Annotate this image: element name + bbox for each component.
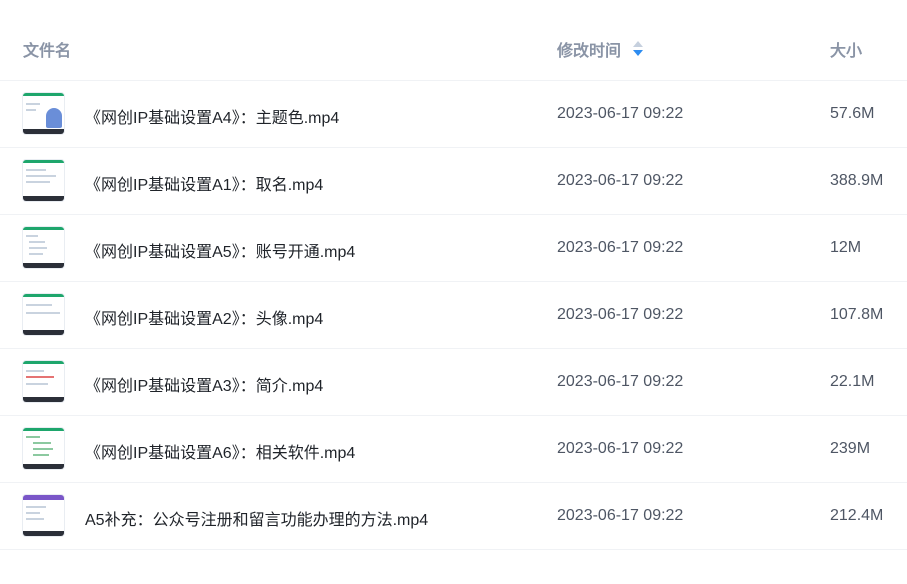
table-row[interactable]: 《网创IP基础设置A1》：取名.mp4 2023-06-17 09:22 388… — [0, 148, 907, 215]
table-header: 文件名 修改时间 大小 — [0, 0, 907, 81]
column-header-name[interactable]: 文件名 — [23, 37, 71, 61]
thumbnail-line — [26, 376, 54, 378]
file-modified-time: 2023-06-17 09:22 — [557, 105, 684, 122]
file-modified-time: 2023-06-17 09:22 — [557, 373, 684, 390]
sort-icon[interactable] — [633, 41, 644, 57]
table-row[interactable]: 《网创IP基础设置A5》：账号开通.mp4 2023-06-17 09:22 1… — [0, 215, 907, 282]
table-row[interactable]: 《网创IP基础设置A6》：相关软件.mp4 2023-06-17 09:22 2… — [0, 416, 907, 483]
file-size: 239M — [830, 440, 871, 457]
thumbnail-bar — [23, 227, 64, 230]
thumbnail-line — [29, 241, 45, 243]
thumbnail-caption-bar — [23, 531, 64, 536]
table-row[interactable]: 《网创IP基础设置A4》：主题色.mp4 2023-06-17 09:22 57… — [0, 81, 907, 148]
column-header-size[interactable]: 大小 — [830, 37, 862, 61]
thumbnail-bar — [23, 93, 64, 96]
sort-desc-icon — [633, 50, 644, 56]
thumbnail-bar — [23, 495, 64, 500]
thumbnail-line — [29, 253, 43, 255]
file-size: 212.4M — [830, 507, 884, 524]
thumbnail-line — [33, 442, 51, 444]
table-row[interactable]: A5补充：公众号注册和留言功能办理的方法.mp4 2023-06-17 09:2… — [0, 483, 907, 550]
thumbnail-line — [26, 175, 56, 177]
file-name[interactable]: A5补充：公众号注册和留言功能办理的方法.mp4 — [85, 506, 428, 530]
thumbnail-line — [26, 383, 48, 385]
thumbnail-bar — [23, 160, 64, 163]
thumbnail-person — [46, 108, 62, 128]
video-thumbnail[interactable] — [23, 361, 64, 402]
thumbnail-line — [26, 506, 46, 508]
thumbnail-line — [29, 247, 47, 249]
thumbnail-bar — [23, 294, 64, 297]
file-name[interactable]: 《网创IP基础设置A5》：账号开通.mp4 — [85, 238, 355, 262]
file-size: 107.8M — [830, 306, 884, 323]
file-modified-time: 2023-06-17 09:22 — [557, 507, 684, 524]
video-thumbnail[interactable] — [23, 495, 64, 536]
thumbnail-line — [26, 181, 50, 183]
thumbnail-line — [26, 109, 36, 111]
column-header-time-label: 修改时间 — [557, 43, 622, 60]
thumbnail-line — [26, 518, 44, 520]
thumbnail-line — [26, 235, 38, 237]
video-thumbnail[interactable] — [23, 93, 64, 134]
file-name[interactable]: 《网创IP基础设置A6》：相关软件.mp4 — [85, 439, 355, 463]
file-modified-time: 2023-06-17 09:22 — [557, 440, 684, 457]
file-name[interactable]: 《网创IP基础设置A4》：主题色.mp4 — [85, 104, 339, 128]
thumbnail-caption-bar — [23, 397, 64, 402]
thumbnail-line — [26, 103, 40, 105]
thumbnail-line — [33, 448, 53, 450]
file-modified-time: 2023-06-17 09:22 — [557, 306, 684, 323]
thumbnail-line — [26, 169, 46, 171]
thumbnail-line — [26, 312, 60, 314]
file-modified-time: 2023-06-17 09:22 — [557, 172, 684, 189]
file-size: 12M — [830, 239, 862, 256]
thumbnail-line — [26, 370, 44, 372]
video-thumbnail[interactable] — [23, 428, 64, 469]
file-size: 57.6M — [830, 105, 875, 122]
thumbnail-caption-bar — [23, 330, 64, 335]
file-name[interactable]: 《网创IP基础设置A3》：简介.mp4 — [85, 372, 323, 396]
column-header-time[interactable]: 修改时间 — [557, 37, 644, 61]
video-thumbnail[interactable] — [23, 160, 64, 201]
thumbnail-caption-bar — [23, 464, 64, 469]
thumbnail-bar — [23, 361, 64, 364]
thumbnail-caption-bar — [23, 263, 64, 268]
table-row[interactable]: 《网创IP基础设置A3》：简介.mp4 2023-06-17 09:22 22.… — [0, 349, 907, 416]
file-name[interactable]: 《网创IP基础设置A2》：头像.mp4 — [85, 305, 323, 329]
file-size: 22.1M — [830, 373, 875, 390]
thumbnail-caption-bar — [23, 129, 64, 134]
file-size: 388.9M — [830, 172, 884, 189]
thumbnail-line — [26, 512, 40, 514]
table-row[interactable]: 《网创IP基础设置A2》：头像.mp4 2023-06-17 09:22 107… — [0, 282, 907, 349]
sort-asc-icon — [633, 41, 644, 47]
video-thumbnail[interactable] — [23, 294, 64, 335]
thumbnail-line — [26, 304, 52, 306]
file-table: 文件名 修改时间 大小 《网创IP基础设置A4》：主题色.mp4 2023-06… — [0, 0, 907, 550]
video-thumbnail[interactable] — [23, 227, 64, 268]
thumbnail-caption-bar — [23, 196, 64, 201]
thumbnail-bar — [23, 428, 64, 431]
thumbnail-line — [26, 436, 40, 438]
file-name[interactable]: 《网创IP基础设置A1》：取名.mp4 — [85, 171, 323, 195]
thumbnail-line — [33, 454, 49, 456]
file-modified-time: 2023-06-17 09:22 — [557, 239, 684, 256]
